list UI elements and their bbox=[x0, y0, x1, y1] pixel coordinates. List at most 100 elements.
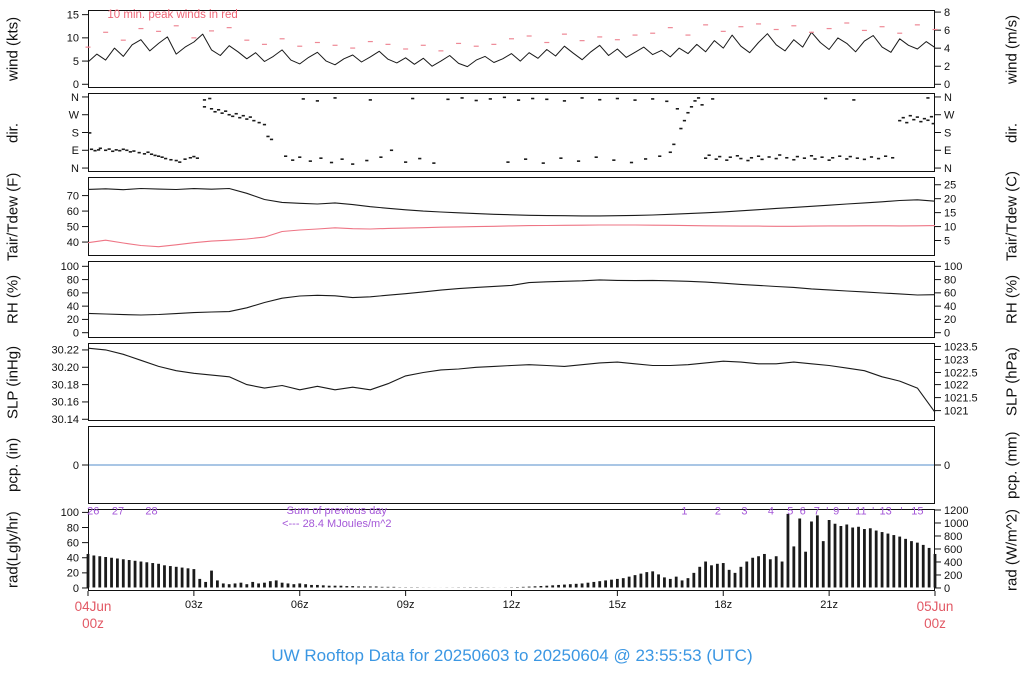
slp-right-axis-title: SLP (hPa) bbox=[1003, 347, 1021, 417]
rh-left-axis-title: RH (%) bbox=[4, 274, 22, 325]
svg-text:03z: 03z bbox=[185, 599, 203, 611]
svg-text:10 min. peak winds in red: 10 min. peak winds in red bbox=[107, 9, 237, 21]
svg-text:W: W bbox=[944, 110, 955, 122]
svg-text:30.22: 30.22 bbox=[51, 345, 79, 357]
svg-text:200: 200 bbox=[944, 570, 962, 582]
svg-text:30.14: 30.14 bbox=[51, 414, 79, 426]
svg-text:10: 10 bbox=[67, 33, 79, 45]
rad-left-axis-title: rad(Lgly/hr) bbox=[4, 511, 22, 589]
svg-text:0: 0 bbox=[944, 583, 950, 595]
svg-text:40: 40 bbox=[67, 553, 79, 565]
dir-left-axis-title: dir. bbox=[4, 122, 22, 143]
panel-temperature: Tair/Tdew (F) 40 50 60 70 5 10 15 20 25 Tair/Tde… bbox=[0, 171, 1024, 261]
end-date-line2: 00z bbox=[924, 616, 946, 631]
svg-text:1: 1 bbox=[681, 506, 687, 518]
panel-humidity: RH (%) 0 20 40 60 80 100 0 20 40 60 80 100 RH (%) bbox=[0, 261, 1024, 339]
svg-text:': ' bbox=[847, 506, 849, 518]
svg-text:15: 15 bbox=[944, 207, 956, 219]
axis-end-date-label: 05Jun 00z bbox=[900, 598, 970, 632]
svg-text:1000: 1000 bbox=[944, 518, 968, 530]
svg-text:': ' bbox=[900, 506, 902, 518]
dir-plot-area: NESWNNESWN bbox=[69, 92, 955, 175]
svg-text:N: N bbox=[944, 163, 952, 175]
pcp-right-axis-title: pcp. (mm) bbox=[1003, 431, 1021, 499]
pcp-plot-area: 00 bbox=[73, 426, 950, 504]
svg-text:1021.5: 1021.5 bbox=[944, 392, 978, 404]
svg-text:S: S bbox=[72, 127, 79, 139]
svg-text:0: 0 bbox=[944, 327, 950, 339]
svg-text:09z: 09z bbox=[397, 599, 415, 611]
rad-right-axis-title: rad (W/m^2) bbox=[1003, 508, 1021, 592]
svg-text:E: E bbox=[72, 145, 79, 157]
svg-text:1022.5: 1022.5 bbox=[944, 367, 978, 379]
svg-text:30.18: 30.18 bbox=[51, 379, 79, 391]
svg-text:5: 5 bbox=[944, 235, 950, 247]
wind-right-axis-title: wind (m/s) bbox=[1003, 14, 1021, 84]
rh-right-axis-title: RH (%) bbox=[1003, 274, 1021, 325]
svg-text:15: 15 bbox=[67, 9, 79, 21]
svg-text:40: 40 bbox=[67, 301, 79, 313]
svg-text:30.20: 30.20 bbox=[51, 362, 79, 374]
end-date-line1: 05Jun bbox=[916, 599, 954, 614]
time-axis: 03z 06z 09z 12z 15z 18z 21z bbox=[87, 591, 936, 621]
svg-text:Sum of previous day: Sum of previous day bbox=[287, 505, 388, 517]
svg-text:13: 13 bbox=[879, 506, 891, 518]
svg-text:25: 25 bbox=[944, 180, 956, 192]
page-title: UW Rooftop Data for 20250603 to 20250604… bbox=[271, 646, 753, 665]
svg-text:1200: 1200 bbox=[944, 505, 968, 517]
panel-wind: wind (kts) 0 5 10 15 0 2 4 6 8 10 min. peak winds… bbox=[0, 7, 1024, 91]
svg-text:30.16: 30.16 bbox=[51, 397, 79, 409]
svg-text:2: 2 bbox=[944, 61, 950, 73]
svg-text:N: N bbox=[71, 163, 79, 175]
svg-text:20: 20 bbox=[67, 568, 79, 580]
svg-text:5: 5 bbox=[73, 56, 79, 68]
svg-text:800: 800 bbox=[944, 531, 962, 543]
svg-text:100: 100 bbox=[61, 507, 79, 519]
svg-text:26: 26 bbox=[87, 506, 99, 518]
panel-pressure: SLP (inHg) 30.14 30.16 30.18 30.20 30.22 1021… bbox=[0, 341, 1024, 426]
svg-text:400: 400 bbox=[944, 557, 962, 569]
temp-left-axis-title: Tair/Tdew (F) bbox=[4, 172, 22, 261]
svg-text:10: 10 bbox=[944, 221, 956, 233]
start-date-line2: 00z bbox=[82, 616, 104, 631]
svg-text:5: 5 bbox=[787, 506, 793, 518]
meteogram-page: wind (kts) 0 5 10 15 0 2 4 6 8 10 min. peak winds… bbox=[0, 0, 1024, 700]
wind-plot-area: 0 5 10 15 0 2 4 6 8 10 min. peak winds in red bbox=[67, 7, 950, 91]
slp-plot-area: 30.14 30.16 30.18 30.20 30.22 1021 1021.5 1022 1… bbox=[51, 341, 977, 426]
svg-text:0: 0 bbox=[73, 79, 79, 91]
svg-text:W: W bbox=[69, 110, 80, 122]
svg-text:80: 80 bbox=[67, 274, 79, 286]
svg-text:2: 2 bbox=[715, 506, 721, 518]
svg-text:60: 60 bbox=[67, 537, 79, 549]
svg-text:27: 27 bbox=[112, 506, 124, 518]
svg-text:20: 20 bbox=[944, 193, 956, 205]
svg-text:21z: 21z bbox=[820, 599, 838, 611]
pcp-left-axis-title: pcp. (in) bbox=[4, 437, 22, 493]
svg-text:18z: 18z bbox=[714, 599, 732, 611]
slp-left-axis-title: SLP (inHg) bbox=[4, 345, 22, 419]
svg-text:0: 0 bbox=[73, 327, 79, 339]
svg-text:1023.5: 1023.5 bbox=[944, 341, 978, 353]
svg-text:6: 6 bbox=[944, 25, 950, 37]
svg-text:N: N bbox=[944, 92, 952, 104]
svg-text:50: 50 bbox=[67, 221, 79, 233]
svg-text:1022: 1022 bbox=[944, 379, 968, 391]
svg-text:80: 80 bbox=[67, 522, 79, 534]
svg-text:100: 100 bbox=[61, 261, 79, 273]
svg-text:N: N bbox=[71, 92, 79, 104]
svg-text:E: E bbox=[944, 145, 951, 157]
svg-text:60: 60 bbox=[944, 288, 956, 300]
axis-start-date-label: 04Jun 00z bbox=[58, 598, 128, 632]
svg-text:28: 28 bbox=[145, 506, 157, 518]
svg-text:6: 6 bbox=[800, 506, 806, 518]
svg-text:12z: 12z bbox=[503, 599, 521, 611]
svg-text:<--- 28.4 MJoules/m^2: <--- 28.4 MJoules/m^2 bbox=[282, 518, 391, 530]
svg-text:0: 0 bbox=[944, 79, 950, 91]
svg-text:40: 40 bbox=[944, 301, 956, 313]
svg-text:3: 3 bbox=[741, 506, 747, 518]
svg-text:8: 8 bbox=[944, 7, 950, 19]
svg-text:60: 60 bbox=[67, 206, 79, 218]
svg-text:0: 0 bbox=[73, 583, 79, 595]
panel-radiation: rad(Lgly/hr) 0 20 40 60 80 100 0 200 400 600 800 10… bbox=[0, 505, 1024, 595]
svg-text:60: 60 bbox=[67, 288, 79, 300]
